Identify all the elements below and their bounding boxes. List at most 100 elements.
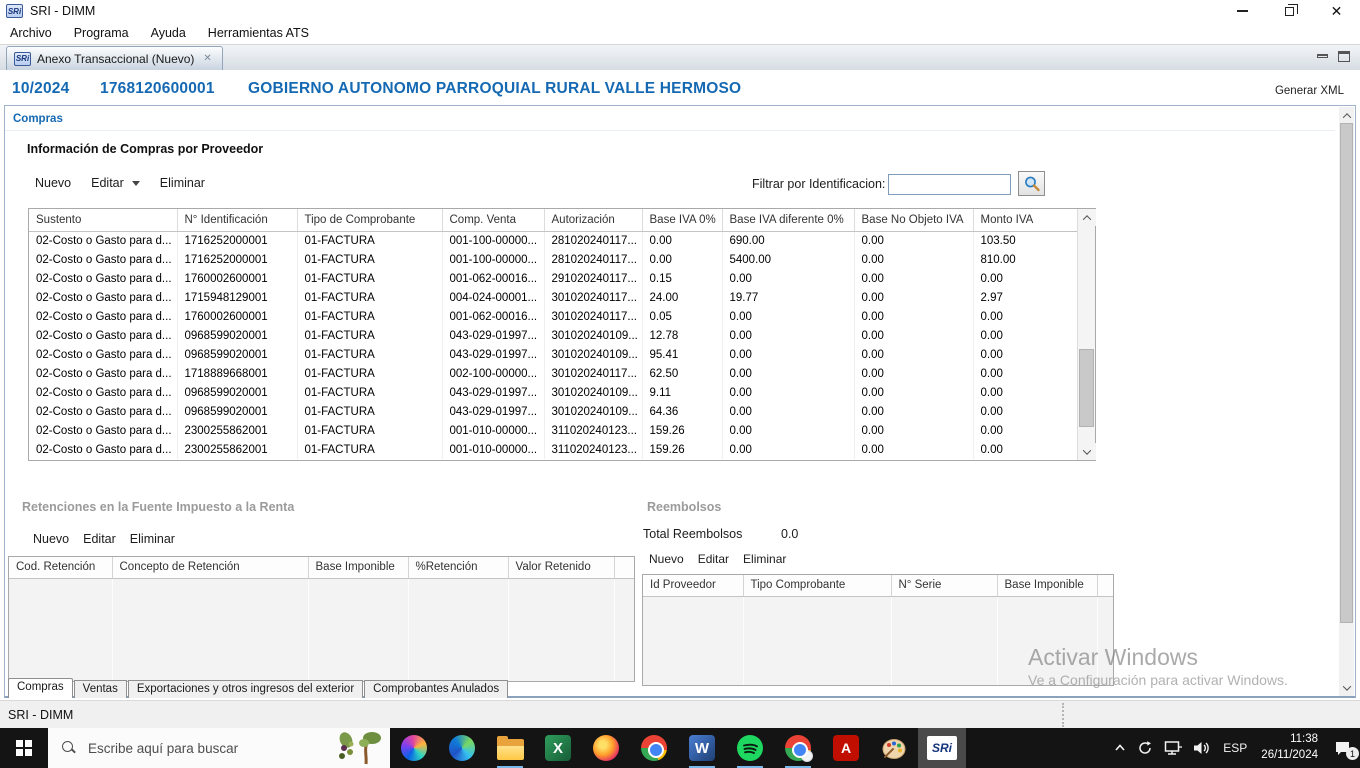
col-comp-venta[interactable]: Comp. Venta <box>442 209 545 232</box>
panel-minimize-icon[interactable] <box>1317 54 1328 58</box>
taskbar-sri-dimm[interactable]: SRi <box>918 728 966 768</box>
filter-search-button[interactable] <box>1018 171 1045 196</box>
col-pct-retencion[interactable]: %Retención <box>408 557 509 579</box>
generar-xml-button[interactable]: Generar XML <box>1275 85 1344 97</box>
start-button[interactable] <box>0 728 48 768</box>
taskbar-search[interactable]: Escribe aquí para buscar <box>48 728 390 768</box>
tab-close-icon[interactable]: ✕ <box>200 52 214 65</box>
table-row[interactable]: 02-Costo o Gasto para d... 1715948129001 0… <box>29 288 1078 307</box>
clock[interactable]: 11:38 26/11/2024 <box>1258 732 1321 763</box>
taskbar-paint[interactable] <box>870 728 918 768</box>
col-valor-retenido[interactable]: Valor Retenido <box>508 557 615 579</box>
table-row[interactable]: 02-Costo o Gasto para d... 0968599020001 0… <box>29 383 1078 402</box>
scroll-up-icon[interactable] <box>1339 107 1354 124</box>
taskbar-file-explorer[interactable] <box>486 728 534 768</box>
scroll-down-icon[interactable] <box>1078 443 1096 460</box>
app-logo-icon: SRi <box>6 4 23 18</box>
menu-archivo[interactable]: Archivo <box>8 26 62 40</box>
scrollbar-thumb[interactable] <box>1340 123 1353 623</box>
editar-dropdown-icon[interactable] <box>131 180 140 186</box>
table-row[interactable]: 02-Costo o Gasto para d... 1716252000001 0… <box>29 231 1078 250</box>
ret-nuevo-button[interactable]: Nuevo <box>33 532 69 546</box>
col-n-serie[interactable]: N° Serie <box>891 575 998 597</box>
col-base-no-objeto[interactable]: Base No Objeto IVA <box>854 209 974 232</box>
reem-nuevo-button[interactable]: Nuevo <box>649 552 684 566</box>
col-identificacion[interactable]: N° Identificación <box>177 209 298 232</box>
restore-button[interactable] <box>1266 0 1313 22</box>
table-row[interactable]: 02-Costo o Gasto para d... 2300255862001 0… <box>29 421 1078 440</box>
scroll-down-icon[interactable] <box>1339 679 1354 696</box>
splitter-handle[interactable] <box>1062 703 1064 727</box>
col-sustento[interactable]: Sustento <box>29 209 178 232</box>
minimize-button[interactable] <box>1219 0 1266 22</box>
cell: 043-029-01997... <box>442 326 545 345</box>
volume-icon[interactable] <box>1192 739 1212 757</box>
taskbar-acrobat[interactable]: A <box>822 728 870 768</box>
col-base-iva-0[interactable]: Base IVA 0% <box>642 209 723 232</box>
compras-toolbar: Nuevo Editar Eliminar <box>35 176 205 190</box>
scrollbar-thumb[interactable] <box>1079 349 1094 427</box>
page-scrollbar[interactable] <box>1339 107 1354 696</box>
scroll-up-icon[interactable] <box>1078 209 1096 226</box>
taskbar-word[interactable]: W <box>678 728 726 768</box>
table-row[interactable]: 02-Costo o Gasto para d... 1718889668001 0… <box>29 364 1078 383</box>
table-scrollbar[interactable] <box>1077 209 1096 460</box>
menu-herramientas-ats[interactable]: Herramientas ATS <box>206 26 319 40</box>
tab-comprobantes-anulados[interactable]: Comprobantes Anulados <box>364 680 509 698</box>
col-tipo-comprobante[interactable]: Tipo Comprobante <box>743 575 892 597</box>
col-autorizacion[interactable]: Autorización <box>544 209 643 232</box>
notification-center-button[interactable]: 1 <box>1330 735 1359 761</box>
col-monto-iva[interactable]: Monto IVA <box>973 209 1078 232</box>
ret-eliminar-button[interactable]: Eliminar <box>130 532 175 546</box>
col-base-imponible[interactable]: Base Imponible <box>308 557 409 579</box>
editar-button[interactable]: Editar <box>91 176 124 190</box>
tab-ventas[interactable]: Ventas <box>73 680 127 698</box>
taskbar-excel[interactable]: X <box>534 728 582 768</box>
nuevo-button[interactable]: Nuevo <box>35 176 71 190</box>
tab-anexo-transaccional[interactable]: SRi Anexo Transaccional (Nuevo) ✕ <box>6 46 223 70</box>
search-highlight-image[interactable] <box>336 730 382 766</box>
tray-expand-icon[interactable] <box>1113 741 1127 755</box>
close-button[interactable]: ✕ <box>1313 0 1360 22</box>
cell: 01-FACTURA <box>297 326 443 345</box>
menu-ayuda[interactable]: Ayuda <box>149 26 196 40</box>
taskbar-firefox[interactable] <box>582 728 630 768</box>
search-icon <box>62 741 76 755</box>
eliminar-button[interactable]: Eliminar <box>160 176 205 190</box>
tab-compras[interactable]: Compras <box>8 678 73 698</box>
language-indicator[interactable]: ESP <box>1221 741 1249 755</box>
cell: 301020240109... <box>544 383 643 402</box>
ret-editar-button[interactable]: Editar <box>83 532 116 546</box>
table-row[interactable]: 02-Costo o Gasto para d... 0968599020001 0… <box>29 326 1078 345</box>
table-row[interactable]: 02-Costo o Gasto para d... 1760002600001 0… <box>29 307 1078 326</box>
col-concepto-retencion[interactable]: Concepto de Retención <box>112 557 309 579</box>
table-row[interactable]: 02-Costo o Gasto para d... 0968599020001 0… <box>29 402 1078 421</box>
taxpayer-name: GOBIERNO AUTONOMO PARROQUIAL RURAL VALLE… <box>248 80 742 97</box>
cell: 64.36 <box>642 402 723 421</box>
table-row[interactable]: 02-Costo o Gasto para d... 1716252000001 0… <box>29 250 1078 269</box>
col-cod-retencion[interactable]: Cod. Retención <box>9 557 113 579</box>
sync-icon[interactable] <box>1136 739 1154 757</box>
taskbar-edge[interactable] <box>438 728 486 768</box>
taskbar-spotify[interactable] <box>726 728 774 768</box>
table-row[interactable]: 02-Costo o Gasto para d... 2300255862001 0… <box>29 440 1078 459</box>
network-icon[interactable] <box>1163 739 1183 757</box>
table-row[interactable]: 02-Costo o Gasto para d... 1760002600001 0… <box>29 269 1078 288</box>
total-reembolsos-value: 0.0 <box>781 527 799 541</box>
col-base-imponible[interactable]: Base Imponible <box>997 575 1098 597</box>
reem-eliminar-button[interactable]: Eliminar <box>743 552 786 566</box>
taskbar-chrome-profile[interactable] <box>774 728 822 768</box>
taskbar-chrome[interactable] <box>630 728 678 768</box>
taskbar-copilot[interactable] <box>390 728 438 768</box>
cell: 01-FACTURA <box>297 421 443 440</box>
col-tipo-comprobante[interactable]: Tipo de Comprobante <box>297 209 443 232</box>
filter-input[interactable] <box>888 174 1011 195</box>
table-row[interactable]: 02-Costo o Gasto para d... 0968599020001 0… <box>29 345 1078 364</box>
menu-programa[interactable]: Programa <box>72 26 139 40</box>
cell: 0.00 <box>973 269 1078 288</box>
reem-editar-button[interactable]: Editar <box>698 552 729 566</box>
panel-maximize-icon[interactable] <box>1338 51 1350 62</box>
col-id-proveedor[interactable]: Id Proveedor <box>643 575 744 597</box>
col-base-iva-diferente[interactable]: Base IVA diferente 0% <box>722 209 855 232</box>
tab-exportaciones[interactable]: Exportaciones y otros ingresos del exter… <box>127 680 364 698</box>
